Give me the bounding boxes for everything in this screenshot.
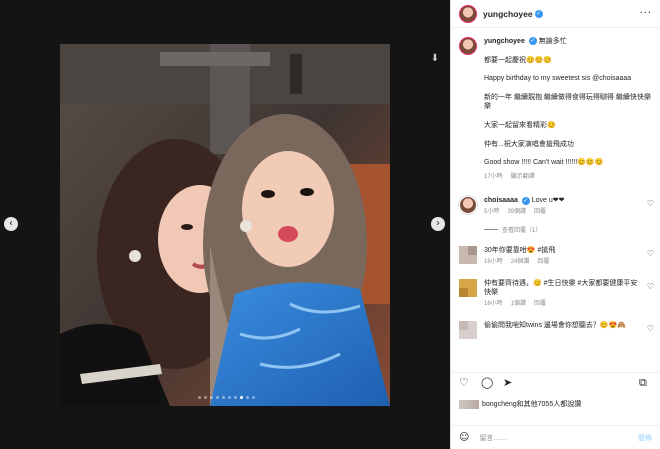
comment-like-icon[interactable]: ♡ bbox=[647, 249, 654, 258]
carousel-dot bbox=[222, 396, 225, 399]
caption-headline: 無論多忙 bbox=[538, 38, 567, 45]
comment-meta: 16小時 24個讚 回覆 bbox=[484, 258, 644, 267]
comment-meta: 5小時 39個讚 回覆 bbox=[484, 208, 644, 217]
comment-likes[interactable]: 39個讚 bbox=[507, 208, 526, 217]
chevron-left-icon[interactable]: ‹ bbox=[4, 217, 18, 231]
caption-username[interactable]: yungchoyee bbox=[484, 38, 525, 45]
comment-likes[interactable]: 1個讚 bbox=[511, 300, 526, 309]
carousel-dot bbox=[198, 396, 201, 399]
caption-line: 仲有...祝大家演唱會搶飛成功 bbox=[484, 140, 574, 148]
comment-time: 5小時 bbox=[484, 209, 500, 216]
post-header: yungchoyee ✓ ··· bbox=[451, 0, 660, 28]
header-username[interactable]: yungchoyee bbox=[483, 9, 533, 19]
comment-text: Love u❤❤ bbox=[531, 197, 565, 205]
likes-text: bongcheng和其他7055人都說讚 bbox=[482, 401, 582, 408]
post-actions-bar: ♡ ◯ ➤ ⧉ bbox=[451, 372, 660, 392]
caption-time: 17小時 bbox=[484, 173, 503, 180]
comment-item: choisaaaa ✓ Love u❤❤ 5小時 39個讚 回覆 ♡ bbox=[451, 196, 660, 217]
comment-like-icon[interactable]: ♡ bbox=[647, 199, 654, 208]
carousel-dot-active bbox=[240, 396, 243, 399]
caption-line: Good show !!!!! Can't wait !!!!!!😊😊😊 bbox=[484, 159, 604, 167]
post-comment-button[interactable]: 發佈 bbox=[638, 433, 652, 443]
comment-body: 仲有要齊待遇，😊 #生日快樂 #大家都要健康平安快樂 16小時 1個讚 回覆 bbox=[484, 279, 644, 309]
translate-link[interactable]: 顯示翻譯 bbox=[511, 173, 535, 183]
comment-composer: ☺ 留言…… 發佈 bbox=[451, 425, 660, 449]
verified-badge-icon: ✓ bbox=[521, 196, 530, 205]
bookmark-save-icon[interactable]: ⧉ bbox=[639, 377, 647, 389]
comment-like-icon[interactable]: ♡ bbox=[647, 324, 654, 333]
reply-button[interactable]: 回覆 bbox=[537, 258, 549, 267]
chevron-right-icon[interactable]: › bbox=[431, 217, 445, 231]
post-photo-image bbox=[60, 44, 390, 406]
view-replies-label: 查看回覆（1） bbox=[502, 228, 542, 235]
post-side-panel: yungchoyee ✓ ··· yungchoyee ✓ 無論多忙 都要一起慶… bbox=[450, 0, 660, 449]
carousel-dot bbox=[234, 396, 237, 399]
reply-button[interactable]: 回覆 bbox=[534, 300, 546, 309]
carousel-dot bbox=[228, 396, 231, 399]
like-heart-icon[interactable]: ♡ bbox=[459, 377, 469, 389]
comment-time: 16小時 bbox=[484, 301, 503, 308]
comment-like-icon[interactable]: ♡ bbox=[647, 282, 654, 291]
avatar[interactable] bbox=[459, 196, 477, 215]
comment-meta: 16小時 1個讚 回覆 bbox=[484, 300, 644, 309]
comment-item: 仲有要齊待遇，😊 #生日快樂 #大家都要健康平安快樂 16小時 1個讚 回覆 ♡ bbox=[451, 279, 660, 309]
verified-badge-icon: ✓ bbox=[534, 9, 543, 18]
more-options-icon[interactable]: ··· bbox=[639, 8, 652, 19]
carousel-dot bbox=[216, 396, 219, 399]
caption-body: yungchoyee ✓ 無論多忙 都要一起慶祝😊😊😊 Happy birthd… bbox=[484, 37, 652, 182]
share-send-icon[interactable]: ➤ bbox=[503, 377, 512, 389]
caption-line: 新的一年 繼續靚抱 繼續做得食得玩得瞓得 繼續快快樂樂 bbox=[484, 93, 651, 111]
comment-username[interactable]: choisaaaa bbox=[484, 197, 518, 204]
avatar[interactable] bbox=[459, 4, 477, 23]
download-icon[interactable]: ⬇ bbox=[428, 52, 442, 66]
view-replies-button[interactable]: 查看回覆（1） bbox=[484, 225, 660, 234]
post-photo bbox=[60, 44, 390, 406]
comment-bubble-icon[interactable]: ◯ bbox=[481, 377, 493, 389]
comment-time: 16小時 bbox=[484, 259, 503, 266]
carousel-dot bbox=[246, 396, 249, 399]
emoji-icon[interactable]: ☺ bbox=[459, 432, 469, 443]
comment-text: 30年你要靠咁😍 #搶飛 bbox=[484, 247, 556, 255]
comments-scroll-area[interactable]: yungchoyee ✓ 無論多忙 都要一起慶祝😊😊😊 Happy birthd… bbox=[451, 29, 660, 369]
blurred-avatar bbox=[459, 321, 477, 340]
comment-item: 30年你要靠咁😍 #搶飛 16小時 24個讚 回覆 ♡ bbox=[451, 246, 660, 267]
comment-input[interactable]: 留言…… bbox=[479, 433, 507, 443]
caption-line: Happy birthday to my sweetest sis @chois… bbox=[484, 75, 632, 83]
instagram-post-modal: ‹ › ⬇ yungchoyee ✓ ··· yungchoyee ✓ 無論多忙… bbox=[0, 0, 660, 449]
avatar[interactable] bbox=[459, 37, 477, 55]
caption-line: 都要一起慶祝😊😊😊 bbox=[484, 56, 553, 64]
comment-likes[interactable]: 24個讚 bbox=[511, 258, 530, 267]
carousel-dot bbox=[204, 396, 207, 399]
post-caption: yungchoyee ✓ 無論多忙 都要一起慶祝😊😊😊 Happy birthd… bbox=[451, 29, 660, 182]
carousel-dot bbox=[252, 396, 255, 399]
verified-badge-icon: ✓ bbox=[528, 37, 537, 46]
carousel-indicator bbox=[198, 396, 255, 399]
likes-avatar-strip bbox=[459, 399, 479, 409]
comment-text: 偷偷問我啱知twins 邊場會你想聽去？😊😍🙈 bbox=[484, 322, 627, 330]
carousel-dot bbox=[210, 396, 213, 399]
likes-summary[interactable]: bongcheng和其他7055人都說讚 bbox=[459, 399, 581, 409]
blurred-avatar bbox=[459, 279, 477, 298]
replies-divider bbox=[484, 229, 498, 231]
caption-meta: 17小時 顯示翻譯 bbox=[484, 173, 652, 183]
comment-body: choisaaaa ✓ Love u❤❤ 5小時 39個讚 回覆 bbox=[484, 196, 644, 217]
comment-body: 30年你要靠咁😍 #搶飛 16小時 24個讚 回覆 bbox=[484, 246, 644, 267]
reply-button[interactable]: 回覆 bbox=[534, 208, 546, 217]
blurred-avatar bbox=[459, 246, 477, 265]
comment-item: 偷偷問我啱知twins 邊場會你想聽去？😊😍🙈 ♡ bbox=[451, 321, 660, 340]
comment-body: 偷偷問我啱知twins 邊場會你想聽去？😊😍🙈 bbox=[484, 321, 644, 339]
media-viewer: ‹ › ⬇ bbox=[0, 0, 450, 449]
comment-text: 仲有要齊待遇，😊 #生日快樂 #大家都要健康平安快樂 bbox=[484, 280, 638, 297]
caption-line: 大家一起留來看精彩😊 bbox=[484, 121, 556, 129]
